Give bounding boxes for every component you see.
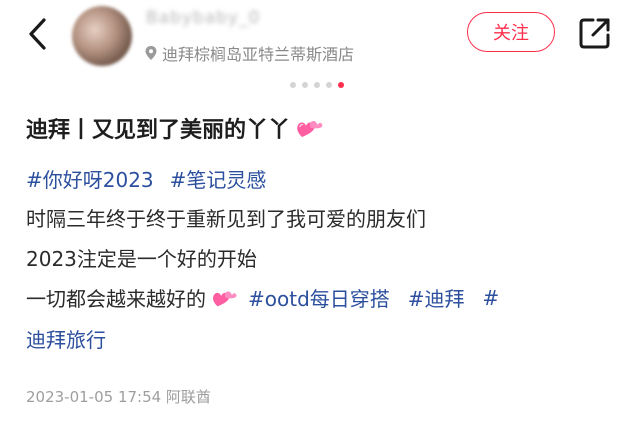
post-line-tags: #你好呀2023 #笔记灵感 [26,164,266,193]
hashtag[interactable]: #迪拜 [408,283,465,312]
carousel-dot [302,82,308,88]
avatar[interactable] [72,6,132,66]
location-text: 迪拜棕榈岛亚特兰蒂斯酒店 [162,45,355,64]
post-timestamp: 2023-01-05 17:54 阿联酋 [26,388,211,406]
hashtag[interactable]: 迪拜旅行 [26,324,106,353]
location-pin-icon [145,46,157,60]
hashtag[interactable]: #你好呀2023 [26,164,154,193]
carousel-dot-active [338,82,344,88]
carousel-dot [326,82,332,88]
share-icon [579,18,610,49]
post-line-tags: 迪拜旅行 [26,324,106,353]
location[interactable]: 迪拜棕榈岛亚特兰蒂斯酒店 [144,41,354,65]
hashtag[interactable]: #笔记灵感 [170,164,267,193]
post-line: 时隔三年终于终于重新见到了我可爱的朋友们 [26,207,426,231]
hashtag[interactable]: # [483,286,500,310]
username[interactable]: Babybaby_0 [146,8,260,28]
post-title: 迪拜丨又见到了美丽的丫丫 [26,112,324,144]
post-title-text: 迪拜丨又见到了美丽的丫丫 [26,118,291,143]
carousel-indicator [290,82,344,88]
carousel-dot [290,82,296,88]
share-button[interactable] [576,14,614,52]
back-button[interactable] [22,14,58,54]
post-line-mixed: 一切都会越来越好的 #ootd每日穿搭 #迪拜 # [26,283,499,312]
heart-emoji-icon [297,121,323,137]
hashtag[interactable]: #ootd每日穿搭 [248,283,390,312]
post-line-text: 一切都会越来越好的 [26,287,206,311]
back-arrow-icon [29,18,46,50]
follow-button[interactable]: 关注 [467,12,555,52]
carousel-dot [314,82,320,88]
post-line: 2023注定是一个好的开始 [26,247,257,271]
heart-emoji-icon [213,290,237,306]
